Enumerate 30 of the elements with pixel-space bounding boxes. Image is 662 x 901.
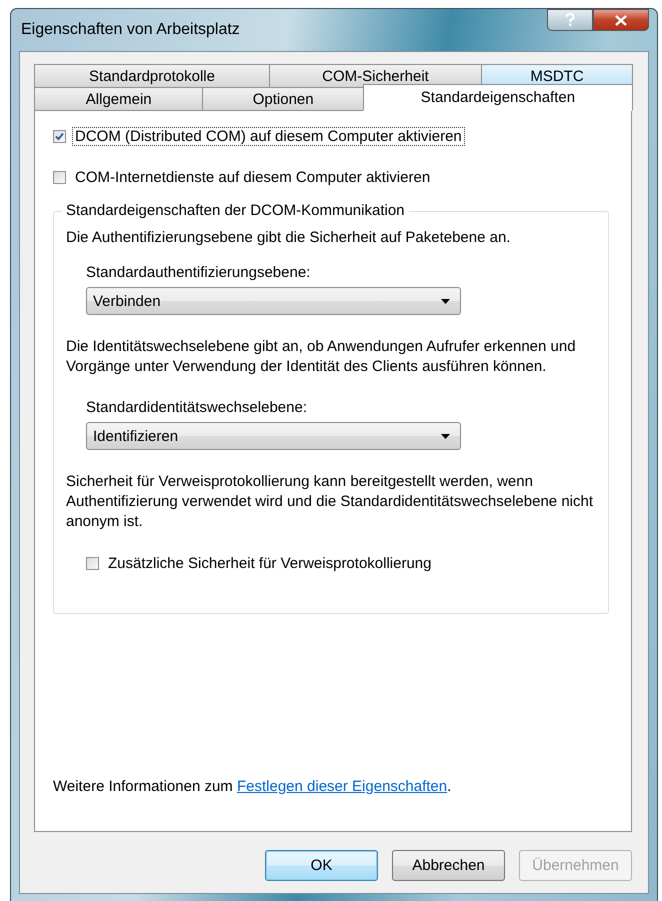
window-title: Eigenschaften von Arbeitsplatz [20, 21, 240, 39]
help-icon [565, 13, 575, 27]
dropdown-field[interactable]: Verbinden [86, 287, 461, 315]
checkbox[interactable] [53, 171, 66, 184]
checkbox-label[interactable]: Zusätzliche Sicherheit für Verweisprotokollierung [105, 554, 434, 573]
combo-label: Standardidentitätswechselebene: [86, 399, 308, 416]
caret-icon [441, 434, 450, 438]
group-title: Standardeigenschaften der DCOM-Kommunikation [62, 202, 409, 219]
checkbox-label[interactable]: DCOM (Distributed COM) auf diesem Computer aktivieren [72, 127, 465, 146]
dropdown-field[interactable]: Identifizieren [86, 422, 461, 450]
info-text: Weitere Informationen zum Festlegen dieser Eigenschaften. [53, 778, 452, 795]
close-icon [615, 14, 627, 26]
description-text: Die Identitätswechselebene gibt an, ob Anwendungen Aufrufer erkennen und Vorgänge unter Verwendung der Identität des Clients ausführen können. [66, 337, 577, 377]
checkbox-label[interactable]: COM-Internetdienste auf diesem Computer aktivieren [72, 168, 434, 187]
combo-label: Standardauthentifizierungsebene: [86, 264, 312, 281]
help-button[interactable] [547, 9, 593, 31]
description-text: Sicherheit für Verweisprotokollierung kann bereitgestellt werden, wenn Authentifizierung verwendet wird und die Standardidentitätswechselebene nicht anonym ist. [66, 472, 594, 532]
dialog-button[interactable]: OK [265, 850, 378, 881]
caret-icon [441, 298, 450, 304]
description-text: Die Authentifizierungsebene gibt die Sicherheit auf Paketebene an. [66, 228, 512, 248]
close-button[interactable] [593, 9, 649, 31]
tab[interactable]: Allgemein [34, 87, 204, 110]
tab[interactable]: Optionen [202, 87, 364, 110]
tab[interactable]: COM-Sicherheit [269, 64, 482, 87]
tab[interactable]: Standardprotokolle [34, 64, 270, 87]
dialog-button[interactable]: Abbrechen [392, 850, 505, 881]
checkbox[interactable] [53, 130, 66, 143]
tab[interactable]: Standardeigenschaften [362, 84, 633, 111]
checkbox[interactable] [86, 557, 99, 570]
link[interactable]: Festlegen dieser Eigenschaften [236, 778, 448, 795]
